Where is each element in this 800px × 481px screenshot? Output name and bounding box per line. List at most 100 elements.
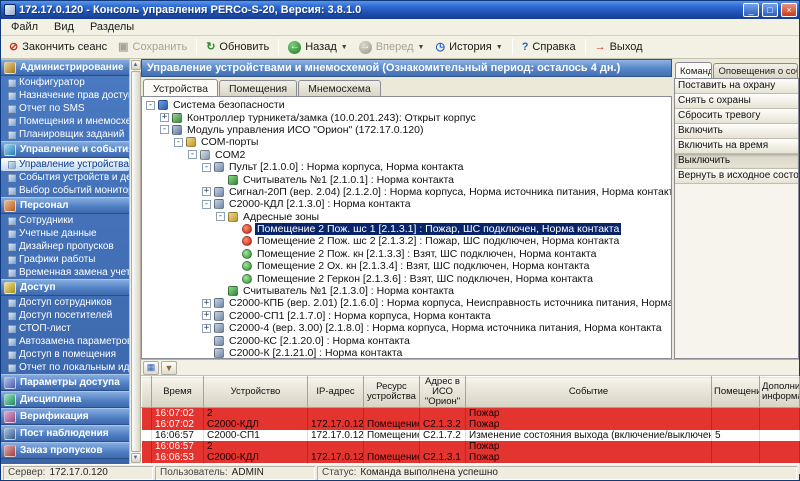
sidebar-section-access-params[interactable]: Параметры доступа [1,374,129,391]
sidebar-item-access-autoreplace[interactable]: Автозамена параметров до... [1,335,129,348]
command-restore-button[interactable]: Вернуть в исходное состояние [675,169,798,184]
tree-node-reader-1[interactable]: Считыватель №1 [2.1.0.1] : Норма контакт… [144,173,671,185]
forward-dropdown-icon[interactable]: ▼ [418,44,425,51]
tree-node-kdl-reader[interactable]: Считыватель №1 [2.1.3.0] : Норма контакт… [144,285,671,297]
col-event[interactable]: Событие [466,377,712,408]
command-turn-on-button[interactable]: Включить [675,124,798,139]
col-extra-info[interactable]: Дополнительная информация [760,377,800,408]
sidebar-item-room-access[interactable]: Доступ в помещения [1,348,129,361]
sidebar-section-administration[interactable]: Администрирование [1,59,129,76]
sidebar-item-employee-access[interactable]: Доступ сотрудников [1,296,129,309]
sidebar-item-local-ids-report[interactable]: Отчет по локальным иденти... [1,361,129,374]
sidebar-item-operator-rights[interactable]: Назначение прав доступа о... [1,89,129,102]
back-dropdown-icon[interactable]: ▼ [341,44,348,51]
tree-node-address-zones[interactable]: -Адресные зоны [144,211,671,223]
command-reset-alarm-button[interactable]: Сбросить тревогу [675,109,798,124]
sidebar-scrollbar[interactable]: ▲ ▼ [129,59,141,464]
col-resource[interactable]: Ресурс устройства [364,377,420,408]
menu-view[interactable]: Вид [46,20,82,34]
tree-node-controller[interactable]: +Контроллер турникета/замка (10.0.201.24… [144,111,671,123]
tree-node-zone-gerkon[interactable]: Помещение 2 Геркон [2.1.3.6] : Взят, ШС … [144,272,671,284]
tab-mnemoscheme[interactable]: Мнемосхема [298,80,381,96]
tree-node-s2000-kdl[interactable]: -С2000-КДЛ [2.1.3.0] : Норма контакта [144,198,671,210]
expander-icon[interactable]: - [174,138,183,147]
sidebar-item-stop-list[interactable]: СТОП-лист [1,322,129,335]
tree-node-s2000-sp1[interactable]: +С2000-СП1 [2.1.7.0] : Норма корпуса, Но… [144,310,671,322]
event-row[interactable]: 16:07:02 2 Пожар [142,408,800,420]
exit-button[interactable]: → Выход [590,39,648,55]
tab-commands[interactable]: Команды [675,62,712,78]
events-filter-button[interactable]: ▼ [161,361,177,375]
expander-icon[interactable]: - [188,150,197,159]
tab-rooms[interactable]: Помещения [219,80,297,96]
history-button[interactable]: ◷ История ▼ [430,39,507,55]
sidebar-section-discipline[interactable]: Дисциплина [1,391,129,408]
col-orion-address[interactable]: Адрес в ИСО "Орион" [420,377,466,408]
tree-node-signal-20p[interactable]: +Сигнал-20П (вер. 2.04) [2.1.2.0] : Норм… [144,186,671,198]
tab-devices[interactable]: Устройства [143,79,218,96]
save-button[interactable]: ▣ Сохранить [113,39,192,55]
sidebar-item-configurator[interactable]: Конфигуратор [1,76,129,89]
tree-node-com-ports[interactable]: -COM-порты [144,136,671,148]
sidebar-section-access[interactable]: Доступ [1,279,129,296]
event-row[interactable]: 16:06:57 С2000-СП1 172.17.0.120 Помещени… [142,430,800,441]
sidebar-section-personnel[interactable]: Персонал [1,197,129,214]
sidebar-item-device-events[interactable]: События устройств и дейст... [1,171,129,184]
tree-node-pult[interactable]: -Пульт [2.1.0.0] : Норма корпуса, Норма … [144,161,671,173]
help-button[interactable]: ? Справка [517,39,581,55]
end-session-button[interactable]: ⊘ Закончить сеанс [4,39,112,55]
tree-node-module[interactable]: -Модуль управления ИСО "Орион" (172.17.0… [144,124,671,136]
back-button[interactable]: ← Назад ▼ [283,39,352,56]
close-button[interactable]: × [781,3,797,17]
scroll-up-icon[interactable]: ▲ [131,60,141,70]
expander-icon[interactable]: + [160,113,169,122]
command-turn-off-button[interactable]: Выключить [675,154,798,169]
sidebar-item-task-scheduler[interactable]: Планировщик заданий [1,128,129,141]
expander-icon[interactable]: + [202,311,211,320]
menu-sections[interactable]: Разделы [82,20,142,34]
history-dropdown-icon[interactable]: ▼ [496,44,503,51]
expander-icon[interactable]: - [202,163,211,172]
col-room[interactable]: Помещение [712,377,760,408]
tree-node-system[interactable]: -Система безопасности [144,99,671,111]
event-row[interactable]: 16:06:53 С2000-КДЛ 172.17.0.120 Помещени… [142,452,800,463]
expander-icon[interactable]: - [216,212,225,221]
col-ip[interactable]: IP-адрес [308,377,364,408]
command-arm-button[interactable]: Поставить на охрану [675,79,798,94]
title-bar[interactable]: 172.17.0.120 - Консоль управления PERCo-… [1,1,799,19]
expander-icon[interactable]: - [202,200,211,209]
tree-node-zone-fire-1[interactable]: Помещение 2 Пож. шс 1 [2.1.3.1] : Пожар,… [144,223,671,235]
refresh-button[interactable]: ↻ Обновить [201,39,274,55]
expander-icon[interactable]: + [202,187,211,196]
tree-node-s2000-4[interactable]: +С2000-4 (вер. 3.00) [2.1.8.0] : Норма к… [144,322,671,334]
sidebar-item-employees[interactable]: Сотрудники [1,214,129,227]
sidebar-item-credentials[interactable]: Учетные данные [1,227,129,240]
expander-icon[interactable]: - [146,101,155,110]
tree-node-s2000-kpb[interactable]: +С2000-КПБ (вер. 2.01) [2.1.6.0] : Норма… [144,297,671,309]
tree-node-com2[interactable]: -COM2 [144,149,671,161]
sidebar-item-visitor-access[interactable]: Доступ посетителей [1,309,129,322]
sidebar-item-device-management[interactable]: Управление устройствами и... [1,158,129,171]
col-time[interactable]: Время [152,377,204,408]
command-turn-on-timed-button[interactable]: Включить на время [675,139,798,154]
scrollbar-thumb[interactable] [131,71,141,452]
sidebar-item-monitoring-events[interactable]: Выбор событий мониторинга [1,184,129,197]
forward-button[interactable]: → Вперед ▼ [354,39,430,56]
sidebar-item-work-schedules[interactable]: Графики работы [1,253,129,266]
event-row[interactable]: 16:07:02 С2000-КДЛ 172.17.0.120 Помещени… [142,419,800,430]
sidebar-section-pass-orders[interactable]: Заказ пропусков [1,442,129,459]
scroll-down-icon[interactable]: ▼ [131,453,141,463]
menu-file[interactable]: Файл [3,20,46,34]
event-row[interactable]: 16:06:57 2 Пожар [142,441,800,452]
tree-node-s2000-ks[interactable]: С2000-КС [2.1.20.0] : Норма контакта [144,334,671,346]
command-disarm-button[interactable]: Снять с охраны [675,94,798,109]
expander-icon[interactable]: + [202,299,211,308]
expander-icon[interactable]: - [160,125,169,134]
sidebar-section-verification[interactable]: Верификация [1,408,129,425]
tree-node-s2000-k[interactable]: С2000-К [2.1.21.0] : Норма контакта [144,347,671,359]
sidebar-section-observation-post[interactable]: Пост наблюдения [1,425,129,442]
tree-node-zone-fire-2[interactable]: Помещение 2 Пож. шс 2 [2.1.3.2] : Пожар,… [144,235,671,247]
sidebar-item-pass-designer[interactable]: Дизайнер пропусков [1,240,129,253]
col-device[interactable]: Устройство [204,377,308,408]
tab-event-notifications[interactable]: Оповещения о событиях [713,63,798,78]
